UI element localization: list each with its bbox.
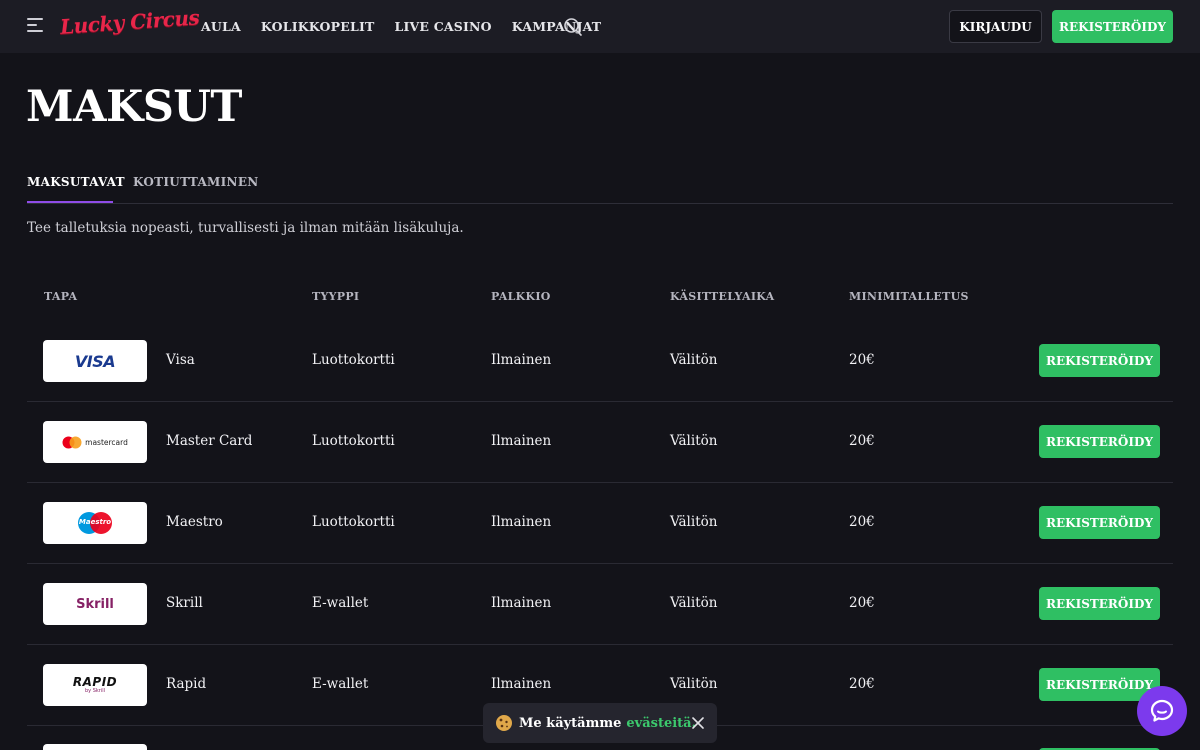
table-row: Skrill Skrill E-wallet Ilmainen Välitön …	[27, 564, 1173, 645]
method-name: Master Card	[166, 433, 253, 449]
rapid-logo: RAPID by Skrill	[43, 664, 147, 706]
skrill-logo-text: Skrill	[76, 596, 114, 612]
column-header-tyyppi: TYYPPI	[312, 290, 360, 303]
login-button[interactable]: KIRJAUDU	[949, 10, 1042, 43]
cookie-link[interactable]: evästeitä.	[626, 716, 696, 731]
method-min-deposit: 20€	[849, 514, 875, 530]
maestro-logo: Maestro	[43, 502, 147, 544]
main-nav: AULA KOLIKKOPELIT LIVE CASINO KAMPANJAT	[201, 19, 601, 34]
column-header-palkkio: PALKKIO	[491, 290, 551, 303]
method-time: Välitön	[670, 595, 718, 611]
cookie-banner: Me käytämme evästeitä.	[483, 703, 717, 743]
method-time: Välitön	[670, 433, 718, 449]
maestro-circles-icon: Maestro	[78, 512, 112, 534]
site-logo[interactable]: Lucky Circus	[59, 5, 200, 39]
close-icon[interactable]	[691, 716, 705, 730]
skrill-logo: Skrill	[43, 583, 147, 625]
register-button[interactable]: REKISTERÖIDY	[1039, 506, 1160, 539]
tab-maksutavat[interactable]: MAKSUTAVAT	[27, 175, 125, 203]
register-button[interactable]: REKISTERÖIDY	[1039, 425, 1160, 458]
nav-item-aula[interactable]: AULA	[201, 19, 241, 34]
search-icon[interactable]	[563, 17, 583, 37]
method-type: Luottokortti	[312, 352, 395, 368]
method-time: Välitön	[670, 676, 718, 692]
method-fee: Ilmainen	[491, 676, 552, 692]
nav-item-kampanjat[interactable]: KAMPANJAT	[512, 19, 602, 34]
visa-logo-text: VISA	[74, 351, 116, 371]
chat-icon[interactable]	[1137, 686, 1187, 736]
column-header-minimitalletus: MINIMITALLETUS	[849, 290, 969, 303]
mastercard-logo: mastercard	[43, 421, 147, 463]
method-min-deposit: 20€	[849, 676, 875, 692]
method-fee: Ilmainen	[491, 514, 552, 530]
table-row: Maestro Maestro Luottokortti Ilmainen Vä…	[27, 483, 1173, 564]
method-fee: Ilmainen	[491, 595, 552, 611]
method-time: Välitön	[670, 352, 718, 368]
register-button[interactable]: REKISTERÖIDY	[1039, 587, 1160, 620]
table-row-partial	[43, 744, 147, 750]
column-header-kasittelyaika: KÄSITTELYAIKA	[670, 290, 775, 303]
method-name: Visa	[166, 352, 195, 368]
maestro-logo-text: Maestro	[78, 518, 112, 526]
method-name: Maestro	[166, 514, 223, 530]
method-name: Skrill	[166, 595, 203, 611]
register-button[interactable]: REKISTERÖIDY	[1052, 10, 1173, 43]
visa-logo: VISA	[43, 340, 147, 382]
page-title: MAKSUT	[26, 82, 242, 132]
table-row: VISA Visa Luottokortti Ilmainen Välitön …	[27, 321, 1173, 402]
nav-item-live-casino[interactable]: LIVE CASINO	[395, 19, 492, 34]
cookie-icon	[496, 715, 512, 731]
method-type: Luottokortti	[312, 433, 395, 449]
method-type: Luottokortti	[312, 514, 395, 530]
nav-item-kolikkopelit[interactable]: KOLIKKOPELIT	[261, 19, 375, 34]
method-type: E-wallet	[312, 676, 369, 692]
rapid-logo-subtext: by Skrill	[84, 687, 105, 694]
cookie-text: Me käytämme	[519, 715, 622, 731]
method-min-deposit: 20€	[849, 433, 875, 449]
tab-kotiuttaminen[interactable]: KOTIUTTAMINEN	[133, 175, 259, 189]
rapid-logo-text: RAPID	[72, 674, 118, 689]
method-fee: Ilmainen	[491, 352, 552, 368]
column-header-tapa: TAPA	[44, 290, 78, 303]
method-min-deposit: 20€	[849, 352, 875, 368]
table-row: mastercard Master Card Luottokortti Ilma…	[27, 402, 1173, 483]
top-header: Lucky Circus AULA KOLIKKOPELIT LIVE CASI…	[0, 0, 1200, 53]
intro-text: Tee talletuksia nopeasti, turvallisesti …	[27, 220, 464, 236]
mastercard-circles-icon	[62, 436, 82, 448]
mastercard-logo-text: mastercard	[85, 437, 128, 447]
method-time: Välitön	[670, 514, 718, 530]
method-fee: Ilmainen	[491, 433, 552, 449]
method-name: Rapid	[166, 676, 207, 692]
menu-icon[interactable]	[27, 18, 45, 34]
method-type: E-wallet	[312, 595, 369, 611]
payment-tabs: MAKSUTAVAT KOTIUTTAMINEN	[27, 175, 1173, 204]
method-min-deposit: 20€	[849, 595, 875, 611]
register-button[interactable]: REKISTERÖIDY	[1039, 344, 1160, 377]
